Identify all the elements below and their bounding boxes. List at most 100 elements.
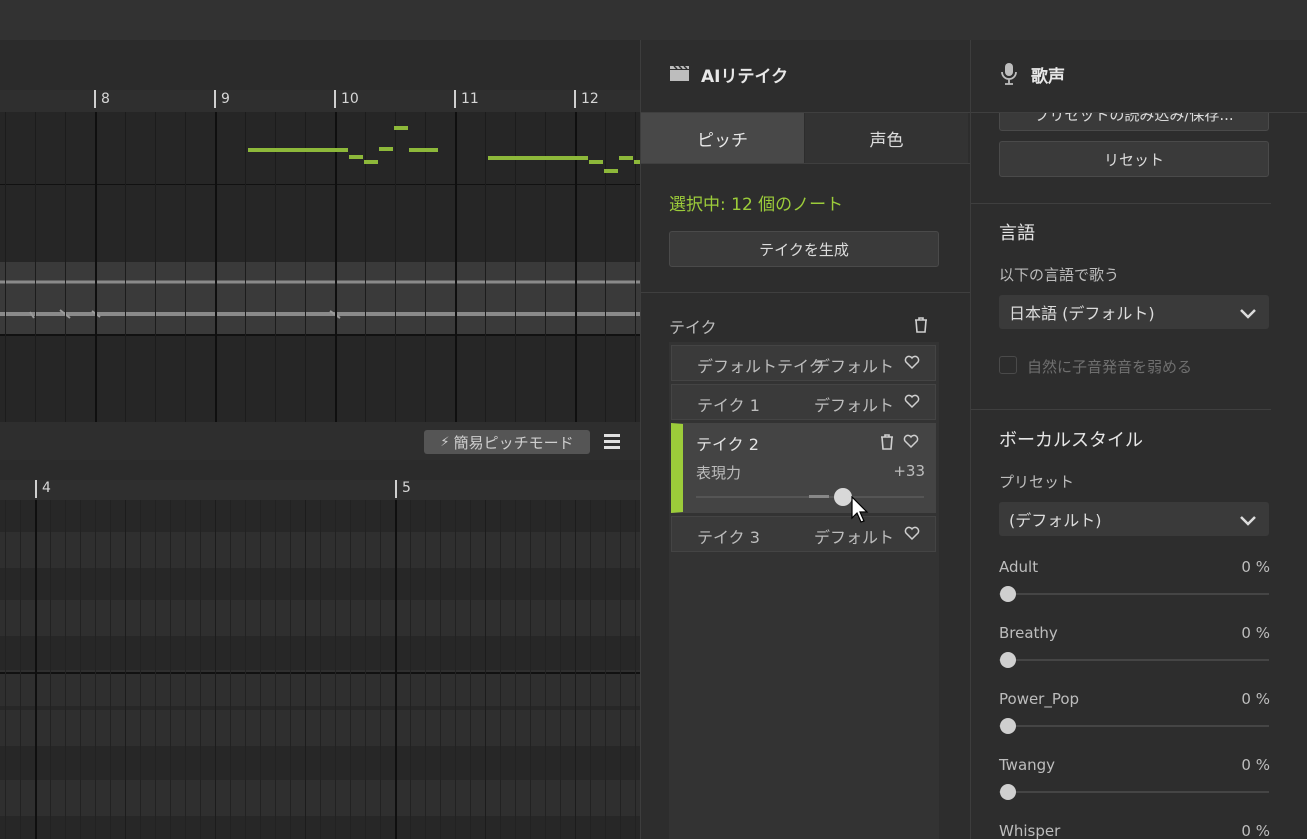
grid-vline — [320, 500, 321, 839]
grid-vline — [80, 500, 81, 839]
grid-vline — [245, 500, 246, 839]
language-dropdown[interactable]: 日本語 (デフォルト) — [999, 295, 1269, 329]
grid-vline — [65, 500, 66, 839]
grid-vline — [125, 500, 126, 839]
note[interactable] — [379, 147, 393, 151]
ruler-tick — [574, 90, 576, 108]
simple-pitch-mode-button[interactable]: ⚡ 簡易ピッチモード — [424, 430, 590, 454]
ruler-label: 11 — [461, 91, 479, 107]
bottom-ruler[interactable]: 4 5 — [0, 480, 640, 500]
grid-vline — [605, 500, 606, 839]
trash-icon[interactable] — [879, 433, 895, 455]
lightning-icon: ⚡ — [440, 434, 450, 450]
divider — [641, 163, 971, 164]
language-value: 日本語 (デフォルト) — [1009, 304, 1155, 323]
divider — [971, 203, 1271, 204]
divider — [971, 409, 1271, 410]
preset-load-save-button[interactable]: プリセットの読み込み/保存... — [999, 113, 1269, 131]
chevron-down-icon — [1239, 305, 1257, 324]
heart-icon[interactable] — [904, 525, 920, 545]
tab-pitch[interactable]: ピッチ — [641, 113, 804, 163]
note[interactable] — [409, 148, 438, 152]
grid-vline — [335, 500, 336, 839]
grid-vline — [110, 500, 111, 839]
piano-roll-editor[interactable]: 8 9 10 11 12 ⚡ 簡易ピッチモード 4 5 — [0, 40, 640, 839]
note[interactable] — [349, 155, 363, 159]
trash-icon[interactable] — [913, 316, 929, 334]
top-ruler[interactable]: 8 9 10 11 12 — [0, 90, 640, 112]
style-label-adult: Adult — [999, 558, 1039, 576]
power-pop-slider-track[interactable] — [999, 725, 1269, 727]
twangy-slider-knob[interactable] — [1000, 784, 1016, 800]
adult-slider-track[interactable] — [999, 593, 1269, 595]
vocal-style-section-title: ボーカルスタイル — [999, 430, 1143, 451]
preset-dropdown[interactable]: (デフォルト) — [999, 502, 1269, 536]
grid-vline — [515, 500, 516, 839]
take-item-2-selected[interactable]: テイク 2 表現力 +33 — [671, 423, 936, 513]
grid-vline — [275, 500, 276, 839]
language-section-title: 言語 — [999, 223, 1035, 244]
take-item-default[interactable]: デフォルトテイク デフォルト — [671, 345, 936, 381]
grid-vline — [455, 500, 456, 839]
note[interactable] — [248, 148, 348, 152]
take-item-1[interactable]: テイク 1 デフォルト — [671, 384, 936, 420]
grid-vline — [365, 500, 366, 839]
grid-vline — [65, 112, 66, 422]
heart-icon[interactable] — [904, 354, 920, 374]
breathy-slider-track[interactable] — [999, 659, 1269, 661]
ruler-label: 12 — [581, 91, 599, 107]
take-name: テイク 2 — [696, 435, 759, 454]
grid-vline — [590, 500, 591, 839]
grid-vline — [620, 500, 621, 839]
note[interactable] — [364, 160, 378, 164]
grid-vline — [200, 500, 201, 839]
selection-status: 選択中: 12 個のノート — [669, 195, 844, 215]
voice-scroll-area[interactable]: プリセットの読み込み/保存... リセット 言語 以下の言語で歌う 日本語 (デ… — [971, 113, 1307, 839]
grid-vline — [530, 500, 531, 839]
grid-vline — [155, 112, 156, 422]
breathy-slider-knob[interactable] — [1000, 652, 1016, 668]
grid-vline — [155, 500, 156, 839]
grid-vline — [95, 500, 96, 839]
power-pop-slider-knob[interactable] — [1000, 718, 1016, 734]
weaken-consonant-checkbox[interactable] — [999, 356, 1017, 374]
adult-slider-knob[interactable] — [1000, 586, 1016, 602]
ai-retake-panel: AIリテイク ピッチ 声色 選択中: 12 個のノート テイクを生成 テイク デ… — [640, 40, 971, 839]
take-item-3[interactable]: テイク 3 デフォルト — [671, 516, 936, 552]
ruler-label: 5 — [402, 480, 411, 496]
grid-vline — [305, 500, 306, 839]
grid-vline — [635, 112, 636, 422]
take-tag: デフォルト — [814, 396, 895, 415]
expressiveness-slider-fill — [809, 495, 829, 498]
note[interactable] — [488, 156, 588, 160]
grid-vline — [485, 500, 486, 839]
note[interactable] — [589, 160, 603, 164]
expressiveness-value: +33 — [893, 462, 925, 480]
grid-vline — [215, 112, 217, 422]
grid-vline — [605, 112, 606, 422]
divider — [641, 292, 971, 293]
heart-icon[interactable] — [903, 433, 919, 453]
expressiveness-slider-knob[interactable] — [834, 488, 852, 506]
grid-vline — [455, 112, 457, 422]
ruler-tick — [454, 90, 456, 108]
hamburger-menu-icon[interactable] — [604, 433, 622, 449]
ruler-label: 9 — [221, 91, 230, 107]
heart-icon[interactable] — [904, 393, 920, 413]
note[interactable] — [394, 126, 408, 130]
grid-vline — [635, 500, 636, 839]
grid-vline — [485, 112, 486, 422]
tab-timbre[interactable]: 声色 — [805, 113, 968, 163]
note[interactable] — [619, 156, 633, 160]
note[interactable] — [604, 169, 618, 173]
reset-button[interactable]: リセット — [999, 141, 1269, 177]
grid-vline — [545, 500, 546, 839]
generate-take-button[interactable]: テイクを生成 — [669, 231, 939, 267]
grid-vline — [290, 500, 291, 839]
pitch-mode-label: 簡易ピッチモード — [453, 433, 574, 452]
grid-vline — [395, 112, 396, 422]
grid-vline — [350, 500, 351, 839]
grid-vline — [260, 500, 261, 839]
twangy-slider-track[interactable] — [999, 791, 1269, 793]
automation-grid[interactable] — [0, 500, 640, 839]
